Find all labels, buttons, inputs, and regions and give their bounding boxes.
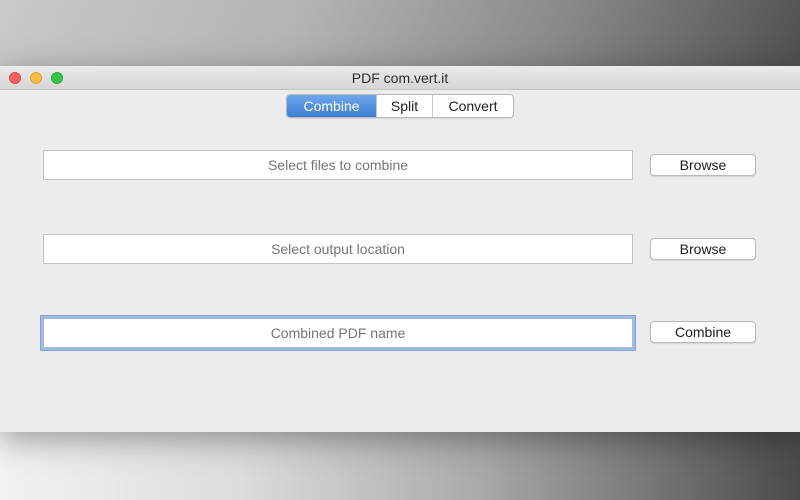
tab-convert[interactable]: Convert [432, 95, 513, 117]
desktop-background [0, 432, 800, 500]
app-window: PDF com.vert.it Combine Split Convert Br… [0, 66, 800, 432]
tab-combine[interactable]: Combine [287, 95, 376, 117]
select-files-input[interactable] [43, 150, 633, 180]
title-bar[interactable]: PDF com.vert.it [0, 66, 800, 90]
browse-files-button[interactable]: Browse [650, 154, 756, 176]
mode-tabs: Combine Split Convert [286, 94, 514, 118]
window-title: PDF com.vert.it [351, 70, 449, 86]
output-location-input[interactable] [43, 234, 633, 264]
browse-output-button[interactable]: Browse [650, 238, 756, 260]
tab-split[interactable]: Split [376, 95, 432, 117]
combined-pdf-name-input[interactable] [40, 315, 636, 351]
combine-button[interactable]: Combine [650, 321, 756, 343]
